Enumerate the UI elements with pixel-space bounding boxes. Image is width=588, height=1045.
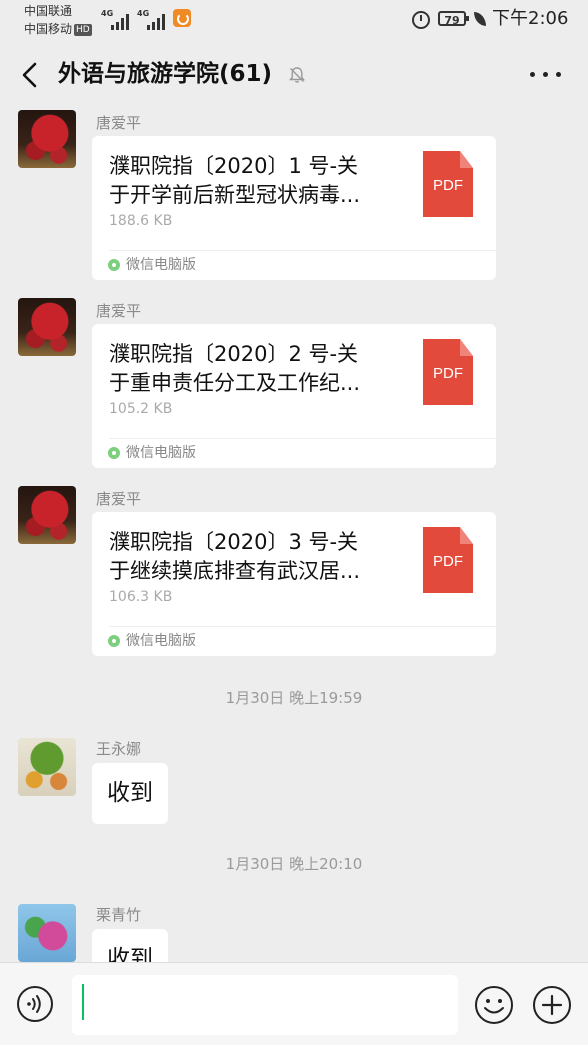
avatar[interactable] — [18, 298, 76, 356]
pdf-label: PDF — [433, 553, 463, 570]
status-time: 下午2:06 — [492, 8, 569, 29]
bell-off-icon — [288, 67, 306, 83]
file-card[interactable]: 濮职院指〔2020〕1 号-关 于开学前后新型冠状病毒... 188.6 KB … — [92, 136, 496, 280]
file-name-line1: 濮职院指〔2020〕2 号-关 — [109, 342, 359, 366]
pdf-file-icon: PDF — [423, 339, 473, 405]
carrier-mobile: 中国移动 HD — [24, 22, 92, 36]
sender-name: 唐爱平 — [96, 114, 142, 132]
file-size: 106.3 KB — [109, 589, 173, 605]
timestamp: 1月30日 晚上19:59 — [225, 689, 363, 707]
emoji-icon[interactable] — [474, 985, 514, 1025]
file-name-line1: 濮职院指〔2020〕1 号-关 — [109, 154, 359, 178]
card-divider — [109, 250, 496, 251]
timestamp: 1月30日 晚上20:10 — [225, 855, 363, 873]
file-name-line2: 于开学前后新型冠状病毒... — [109, 183, 361, 207]
file-name: 濮职院指〔2020〕2 号-关 于重申责任分工及工作纪... — [109, 340, 409, 398]
file-card[interactable]: 濮职院指〔2020〕2 号-关 于重申责任分工及工作纪... 105.2 KB … — [92, 324, 496, 468]
avatar[interactable] — [18, 486, 76, 544]
chat-header: 外语与旅游学院(61) — [0, 42, 588, 106]
wechat-mini-icon — [108, 259, 120, 271]
sender-name: 栗青竹 — [96, 906, 142, 924]
chat-title: 外语与旅游学院(61) — [58, 61, 273, 87]
avatar[interactable] — [18, 904, 76, 962]
card-divider — [109, 438, 496, 439]
input-bar — [0, 962, 588, 1045]
status-bar: 中国联通 中国移动 HD 4G 4G 79 下午2:06 — [0, 0, 588, 42]
alarm-icon — [412, 11, 430, 29]
uc-browser-icon — [173, 9, 191, 27]
source-label: 微信电脑版 — [126, 445, 196, 461]
avatar[interactable] — [18, 110, 76, 168]
more-dots-icon[interactable] — [530, 72, 562, 78]
card-divider — [109, 626, 496, 627]
source-label: 微信电脑版 — [126, 633, 196, 649]
file-size: 188.6 KB — [109, 213, 173, 229]
pdf-file-icon: PDF — [423, 151, 473, 217]
file-name: 濮职院指〔2020〕3 号-关 于继续摸底排查有武汉居... — [109, 528, 409, 586]
back-chevron-icon[interactable] — [20, 62, 38, 88]
file-name-line2: 于继续摸底排查有武汉居... — [109, 559, 361, 583]
pdf-label: PDF — [433, 177, 463, 194]
avatar[interactable] — [18, 738, 76, 796]
sender-name: 唐爱平 — [96, 302, 142, 320]
source-label: 微信电脑版 — [126, 257, 196, 273]
hd-badge: HD — [74, 24, 92, 36]
text-cursor — [82, 984, 84, 1020]
wechat-mini-icon — [108, 635, 120, 647]
wechat-mini-icon — [108, 447, 120, 459]
voice-icon[interactable] — [16, 985, 54, 1023]
sender-name: 王永娜 — [96, 740, 142, 758]
file-card[interactable]: 濮职院指〔2020〕3 号-关 于继续摸底排查有武汉居... 106.3 KB … — [92, 512, 496, 656]
file-name: 濮职院指〔2020〕1 号-关 于开学前后新型冠状病毒... — [109, 152, 409, 210]
plus-icon[interactable] — [532, 985, 572, 1025]
sender-name: 唐爱平 — [96, 490, 142, 508]
message-input[interactable] — [72, 975, 458, 1035]
text-bubble[interactable]: 收到 — [92, 763, 168, 824]
file-name-line1: 濮职院指〔2020〕3 号-关 — [109, 530, 359, 554]
pdf-file-icon: PDF — [423, 527, 473, 593]
eco-leaf-icon — [474, 12, 486, 26]
file-name-line2: 于重申责任分工及工作纪... — [109, 371, 361, 395]
carrier-unicom: 中国联通 — [24, 4, 73, 18]
pdf-label: PDF — [433, 365, 463, 382]
carrier-mobile-label: 中国移动 — [24, 22, 73, 36]
text-bubble[interactable]: 收到 — [92, 929, 168, 962]
file-size: 105.2 KB — [109, 401, 173, 417]
chat-area: 唐爱平 濮职院指〔2020〕1 号-关 于开学前后新型冠状病毒... 188.6… — [0, 106, 588, 962]
battery-icon: 79 — [438, 11, 469, 27]
